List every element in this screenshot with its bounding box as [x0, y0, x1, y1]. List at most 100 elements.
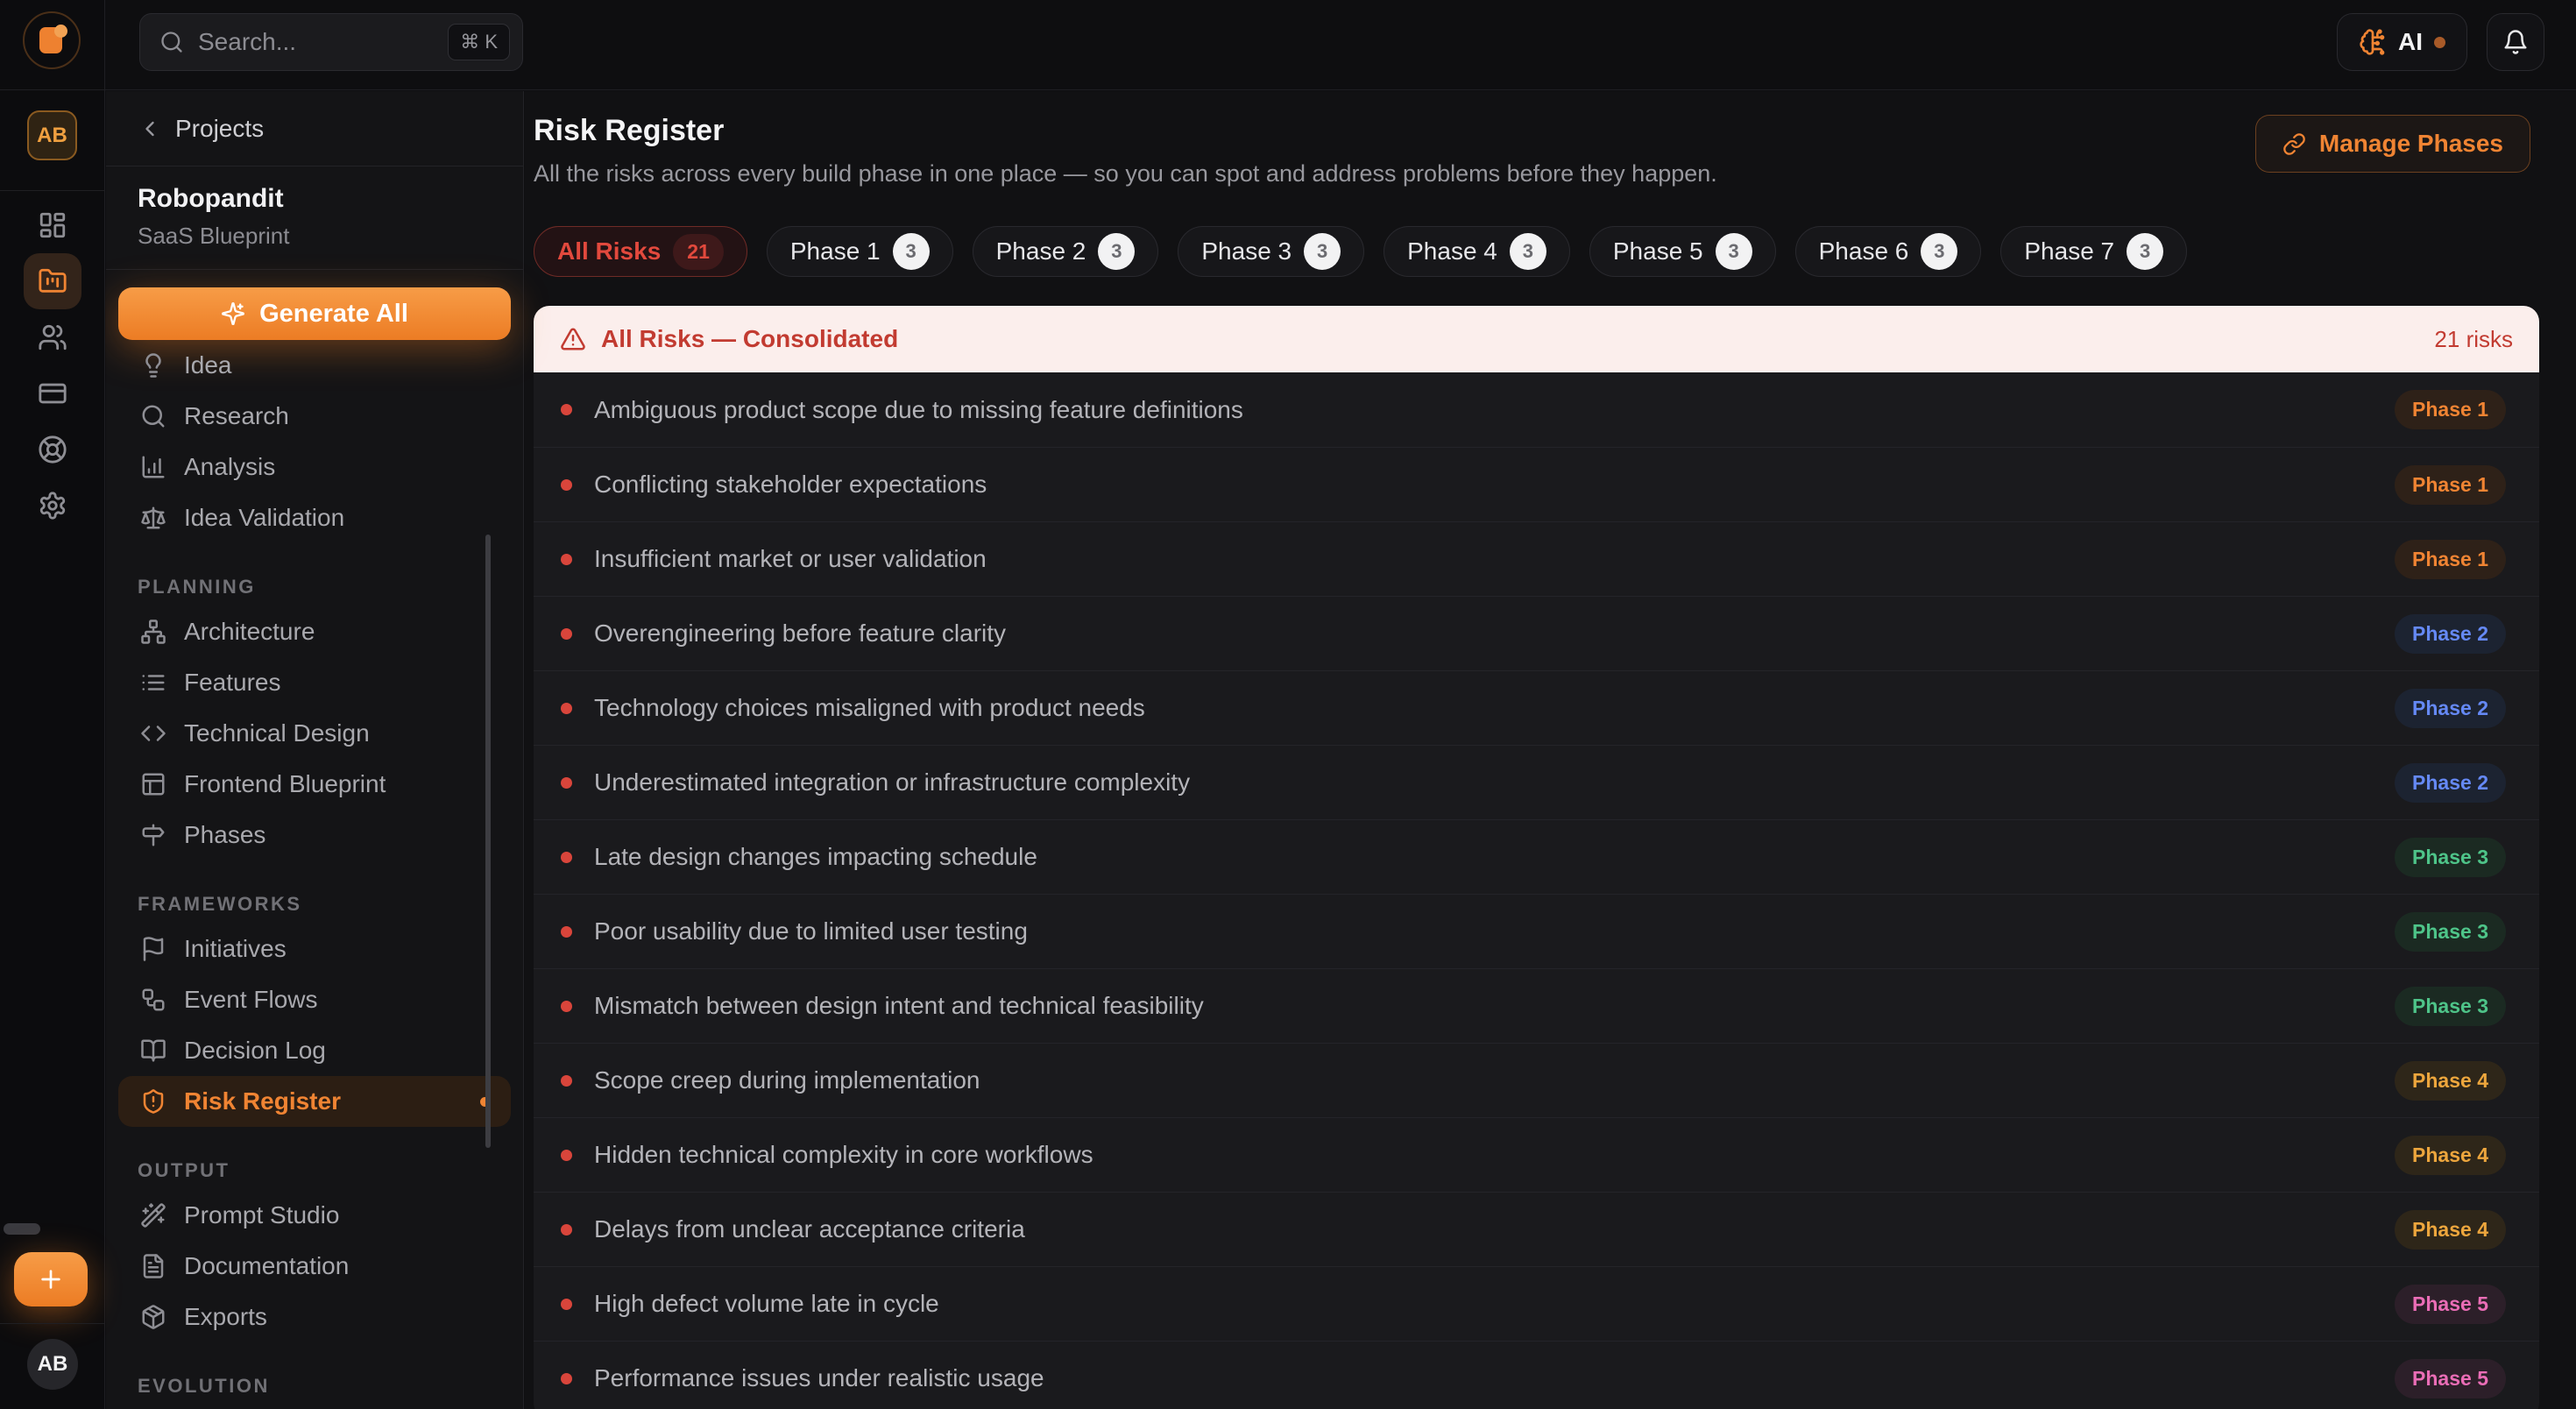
risk-row[interactable]: Hidden technical complexity in core work… — [534, 1117, 2539, 1192]
risk-row[interactable]: Conflicting stakeholder expectationsPhas… — [534, 447, 2539, 521]
sidebar-item-architecture[interactable]: Architecture — [106, 606, 523, 657]
sidebar-scrollbar[interactable] — [485, 535, 491, 1148]
bell-icon — [2502, 29, 2529, 55]
sidebar-item-exports[interactable]: Exports — [106, 1292, 523, 1342]
folder-kanban-icon[interactable] — [24, 253, 81, 309]
ai-assistant-button[interactable]: AI — [2337, 13, 2467, 71]
risk-text: Ambiguous product scope due to missing f… — [594, 396, 1243, 424]
consolidated-banner: All Risks — Consolidated 21 risks — [534, 306, 2539, 372]
tab-phase-5[interactable]: Phase 53 — [1589, 226, 1776, 277]
generate-all-button[interactable]: Generate All — [118, 287, 511, 340]
network-icon — [140, 619, 166, 645]
sidebar-item-idea[interactable]: Idea — [106, 340, 523, 391]
risk-dot — [561, 404, 572, 415]
sidebar-item-features[interactable]: Features — [106, 657, 523, 708]
sidebar-item-label: Idea — [184, 351, 232, 379]
sidebar-item-documentation[interactable]: Documentation — [106, 1241, 523, 1292]
shield-alert-icon — [140, 1088, 166, 1115]
panels-icon — [140, 771, 166, 797]
scale-icon — [140, 505, 166, 531]
phase-badge: Phase 3 — [2395, 987, 2506, 1026]
search-box[interactable]: ⌘ K — [139, 13, 523, 71]
risk-text: Insufficient market or user validation — [594, 545, 987, 573]
sidebar-item-technical-design[interactable]: Technical Design — [106, 708, 523, 759]
phase-badge: Phase 4 — [2395, 1061, 2506, 1101]
risk-row[interactable]: Delays from unclear acceptance criteriaP… — [534, 1192, 2539, 1266]
risk-text: Poor usability due to limited user testi… — [594, 917, 1028, 945]
risk-row[interactable]: Late design changes impacting schedulePh… — [534, 819, 2539, 894]
phase-badge: Phase 3 — [2395, 838, 2506, 877]
sidebar-nav: IdeaResearchAnalysisIdea ValidationPLANN… — [106, 340, 523, 1409]
project-info: Robopandit SaaS Blueprint — [106, 166, 523, 270]
project-type: SaaS Blueprint — [138, 223, 492, 250]
risk-dot — [561, 1075, 572, 1087]
notifications-button[interactable] — [2487, 13, 2544, 71]
user-avatar[interactable]: AB — [27, 1339, 78, 1390]
sidebar-item-frontend-blueprint[interactable]: Frontend Blueprint — [106, 759, 523, 810]
phase-badge: Phase 2 — [2395, 763, 2506, 803]
tab-phase-6[interactable]: Phase 63 — [1795, 226, 1982, 277]
file-text-icon — [140, 1253, 166, 1279]
risk-row[interactable]: Technology choices misaligned with produ… — [534, 670, 2539, 745]
sidebar-item-label: Architecture — [184, 618, 315, 646]
triangle-alert-icon — [560, 326, 586, 352]
workspace-badge[interactable]: AB — [27, 110, 77, 160]
risk-row[interactable]: High defect volume late in cyclePhase 5 — [534, 1266, 2539, 1341]
life-buoy-icon[interactable] — [24, 421, 81, 478]
sidebar-item-analysis[interactable]: Analysis — [106, 442, 523, 492]
banner-title: All Risks — Consolidated — [601, 325, 898, 353]
sidebar-item-decision-log[interactable]: Decision Log — [106, 1025, 523, 1076]
risk-row[interactable]: Insufficient market or user validation Ph… — [534, 521, 2539, 596]
sidebar-item-label: Exports — [184, 1303, 267, 1331]
tab-count-badge: 3 — [1098, 233, 1135, 270]
sidebar-item-label: Frontend Blueprint — [184, 770, 386, 798]
risk-row[interactable]: Ambiguous product scope due to missing f… — [534, 372, 2539, 447]
risk-text: Overengineering before feature clarity — [594, 620, 1006, 648]
sidebar-item-prompt-studio[interactable]: Prompt Studio — [106, 1190, 523, 1241]
risk-dot — [561, 703, 572, 714]
flag-icon — [140, 936, 166, 962]
add-project-button[interactable] — [14, 1252, 88, 1306]
users-icon[interactable] — [24, 309, 81, 365]
search-input[interactable] — [198, 28, 434, 56]
tab-phase-7[interactable]: Phase 73 — [2000, 226, 2187, 277]
tab-label: Phase 3 — [1201, 237, 1292, 266]
sidebar-item-risk-register[interactable]: Risk Register — [118, 1076, 511, 1127]
phase-badge: Phase 1 — [2395, 540, 2506, 579]
sidebar-item-idea-validation[interactable]: Idea Validation — [106, 492, 523, 543]
tab-label: Phase 1 — [790, 237, 881, 266]
risk-dot — [561, 1224, 572, 1236]
sidebar-item-research[interactable]: Research — [106, 391, 523, 442]
layout-dashboard-icon[interactable] — [24, 197, 81, 253]
icon-rail: AB AB — [0, 0, 105, 1409]
tab-phase-1[interactable]: Phase 13 — [767, 226, 953, 277]
tab-phase-4[interactable]: Phase 43 — [1384, 226, 1570, 277]
phase-badge: Phase 3 — [2395, 912, 2506, 952]
risk-text: Mismatch between design intent and techn… — [594, 992, 1204, 1020]
sidebar-item-label: Analysis — [184, 453, 275, 481]
risk-row[interactable]: Performance issues under realistic usage… — [534, 1341, 2539, 1409]
phase-badge: Phase 5 — [2395, 1359, 2506, 1398]
back-to-projects[interactable]: Projects — [106, 91, 523, 166]
sidebar-item-event-flows[interactable]: Event Flows — [106, 974, 523, 1025]
tab-all-risks[interactable]: All Risks21 — [534, 226, 747, 277]
tab-phase-3[interactable]: Phase 33 — [1178, 226, 1364, 277]
risk-row[interactable]: Poor usability due to limited user testi… — [534, 894, 2539, 968]
risk-row[interactable]: Underestimated integration or infrastruc… — [534, 745, 2539, 819]
sidebar-item-phases[interactable]: Phases — [106, 810, 523, 860]
lightbulb-icon — [140, 352, 166, 379]
tab-phase-2[interactable]: Phase 23 — [973, 226, 1159, 277]
tab-label: Phase 5 — [1613, 237, 1703, 266]
risk-row[interactable]: Scope creep during implementationPhase 4 — [534, 1043, 2539, 1117]
tab-label: Phase 7 — [2024, 237, 2114, 266]
settings-icon[interactable] — [24, 478, 81, 534]
sidebar-item-label: Event Flows — [184, 986, 318, 1014]
rail-scroll-indicator — [4, 1223, 40, 1235]
risk-row[interactable]: Mismatch between design intent and techn… — [534, 968, 2539, 1043]
sidebar-item-initiatives[interactable]: Initiatives — [106, 924, 523, 974]
credit-card-icon[interactable] — [24, 365, 81, 421]
manage-phases-button[interactable]: Manage Phases — [2255, 115, 2530, 173]
link-icon — [2282, 132, 2306, 156]
risk-dot — [561, 628, 572, 640]
risk-row[interactable]: Overengineering before feature clarityPh… — [534, 596, 2539, 670]
